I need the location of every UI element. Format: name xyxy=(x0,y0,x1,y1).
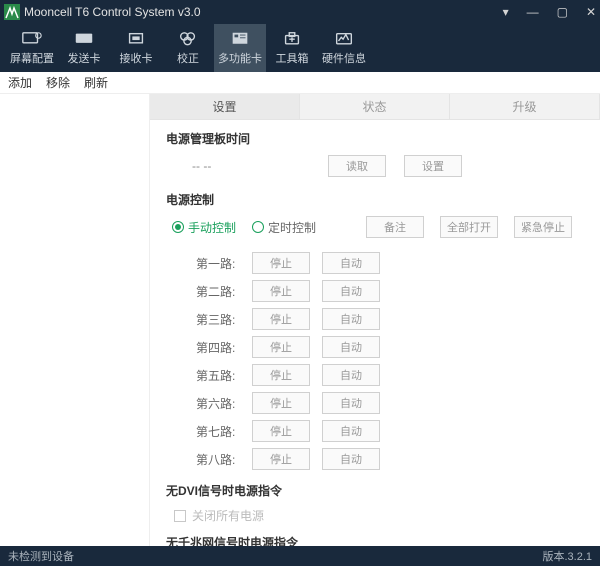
device-sidebar xyxy=(0,94,150,546)
maximize-button[interactable]: ▢ xyxy=(557,5,568,19)
close-button[interactable]: ✕ xyxy=(586,5,596,19)
channel-stop-button[interactable]: 停止 xyxy=(252,420,310,442)
channel-stop-button[interactable]: 停止 xyxy=(252,252,310,274)
toolbar-label: 接收卡 xyxy=(120,50,153,66)
channel-label: 第五路: xyxy=(196,367,240,384)
toolbar-icon xyxy=(229,30,251,48)
sub-action-刷新[interactable]: 刷新 xyxy=(84,74,108,91)
toolbar-label: 工具箱 xyxy=(276,50,309,66)
channel-label: 第四路: xyxy=(196,339,240,356)
channel-stop-button[interactable]: 停止 xyxy=(252,336,310,358)
no-dvi-close-all-label: 关闭所有电源 xyxy=(192,507,264,524)
channel-label: 第七路: xyxy=(196,423,240,440)
no-dvi-close-all[interactable]: 关闭所有电源 xyxy=(174,507,584,524)
channel-auto-button[interactable]: 自动 xyxy=(322,252,380,274)
toolbar-icon xyxy=(333,30,355,48)
toolbar-icon xyxy=(125,30,147,48)
status-left: 未检测到设备 xyxy=(8,548,74,564)
checkbox-icon xyxy=(174,510,186,522)
channel-auto-button[interactable]: 自动 xyxy=(322,280,380,302)
section-power-ctrl-title: 电源控制 xyxy=(166,191,584,208)
channel-auto-button[interactable]: 自动 xyxy=(322,420,380,442)
channel-row-6: 第六路: 停止自动 xyxy=(196,392,584,414)
channel-row-4: 第四路: 停止自动 xyxy=(196,336,584,358)
channel-row-5: 第五路: 停止自动 xyxy=(196,364,584,386)
toolbar-硬件信息[interactable]: 硬件信息 xyxy=(318,24,370,72)
section-no-dvi-title: 无DVI信号时电源指令 xyxy=(166,482,584,499)
toolbar-工具箱[interactable]: 工具箱 xyxy=(266,24,318,72)
board-time-value: -- -- xyxy=(192,159,252,173)
channel-auto-button[interactable]: 自动 xyxy=(322,336,380,358)
open-all-button[interactable]: 全部打开 xyxy=(440,216,498,238)
toolbar-接收卡[interactable]: 接收卡 xyxy=(110,24,162,72)
dropdown-icon[interactable]: ▾ xyxy=(503,5,509,19)
radio-timed-label: 定时控制 xyxy=(268,219,316,236)
channel-auto-button[interactable]: 自动 xyxy=(322,392,380,414)
toolbar-屏幕配置[interactable]: 屏幕配置 xyxy=(6,24,58,72)
channel-label: 第八路: xyxy=(196,451,240,468)
channel-auto-button[interactable]: 自动 xyxy=(322,448,380,470)
read-button[interactable]: 读取 xyxy=(328,155,386,177)
tab-升级[interactable]: 升级 xyxy=(450,94,600,120)
toolbar-icon xyxy=(21,30,43,48)
app-logo-icon xyxy=(4,4,20,20)
toolbar-label: 硬件信息 xyxy=(322,50,366,66)
channel-row-2: 第二路: 停止自动 xyxy=(196,280,584,302)
toolbar-多功能卡[interactable]: 多功能卡 xyxy=(214,24,266,72)
channel-row-7: 第七路: 停止自动 xyxy=(196,420,584,442)
channel-row-3: 第三路: 停止自动 xyxy=(196,308,584,330)
window-title: Mooncell T6 Control System v3.0 xyxy=(24,5,503,19)
toolbar-label: 多功能卡 xyxy=(218,50,262,66)
radio-manual[interactable]: 手动控制 xyxy=(172,219,236,236)
channel-stop-button[interactable]: 停止 xyxy=(252,364,310,386)
status-right: 版本.3.2.1 xyxy=(542,548,592,564)
channel-stop-button[interactable]: 停止 xyxy=(252,308,310,330)
channel-auto-button[interactable]: 自动 xyxy=(322,308,380,330)
note-button[interactable]: 备注 xyxy=(366,216,424,238)
radio-manual-label: 手动控制 xyxy=(188,219,236,236)
toolbar-发送卡[interactable]: 发送卡 xyxy=(58,24,110,72)
sub-action-移除[interactable]: 移除 xyxy=(46,74,70,91)
channel-label: 第三路: xyxy=(196,311,240,328)
tab-strip: 设置状态升级 xyxy=(150,94,600,120)
channel-label: 第一路: xyxy=(196,255,240,272)
minimize-button[interactable]: — xyxy=(527,5,539,19)
set-button[interactable]: 设置 xyxy=(404,155,462,177)
radio-timed[interactable]: 定时控制 xyxy=(252,219,316,236)
toolbar-label: 发送卡 xyxy=(68,50,101,66)
channel-stop-button[interactable]: 停止 xyxy=(252,448,310,470)
channel-label: 第二路: xyxy=(196,283,240,300)
main-toolbar: 屏幕配置发送卡 接收卡 校正 多功能卡工具箱硬件信息 xyxy=(0,24,600,72)
emergency-stop-button[interactable]: 紧急停止 xyxy=(514,216,572,238)
channel-auto-button[interactable]: 自动 xyxy=(322,364,380,386)
toolbar-校正[interactable]: 校正 xyxy=(162,24,214,72)
channel-stop-button[interactable]: 停止 xyxy=(252,392,310,414)
tab-状态[interactable]: 状态 xyxy=(300,94,450,120)
channel-row-8: 第八路: 停止自动 xyxy=(196,448,584,470)
toolbar-icon xyxy=(177,30,199,48)
toolbar-icon xyxy=(73,30,95,48)
toolbar-label: 屏幕配置 xyxy=(10,50,54,66)
section-no-eth-title: 无千兆网信号时电源指令 xyxy=(166,534,584,546)
content-panel: 电源管理板时间 -- -- 读取 设置 电源控制 手动控制 定时控制 备注 全部… xyxy=(150,120,600,546)
toolbar-icon xyxy=(281,30,303,48)
title-bar: Mooncell T6 Control System v3.0 ▾ — ▢ ✕ xyxy=(0,0,600,24)
status-bar: 未检测到设备 版本.3.2.1 xyxy=(0,546,600,566)
sub-actions-bar: 添加移除刷新 xyxy=(0,72,600,94)
channel-stop-button[interactable]: 停止 xyxy=(252,280,310,302)
toolbar-label: 校正 xyxy=(177,50,199,66)
tab-设置[interactable]: 设置 xyxy=(150,94,300,120)
section-board-time-title: 电源管理板时间 xyxy=(166,130,584,147)
channel-row-1: 第一路: 停止自动 xyxy=(196,252,584,274)
sub-action-添加[interactable]: 添加 xyxy=(8,74,32,91)
channel-label: 第六路: xyxy=(196,395,240,412)
